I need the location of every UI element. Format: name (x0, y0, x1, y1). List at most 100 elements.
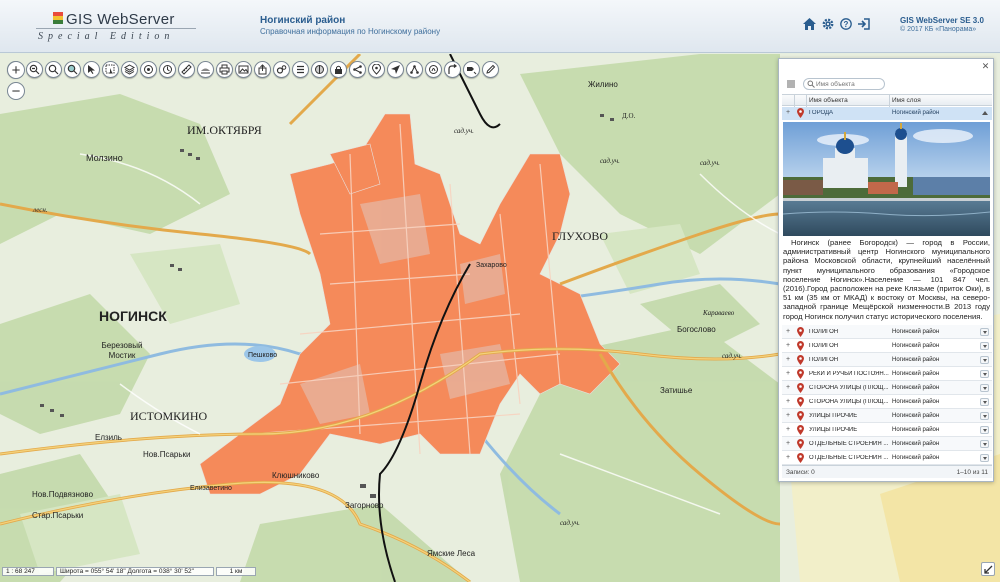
row-layer-name: Ногинский район (892, 399, 940, 405)
zoom-area-icon[interactable] (64, 61, 81, 78)
chevron-up-icon[interactable] (981, 109, 989, 117)
list-view-icon[interactable] (787, 80, 795, 88)
table-row[interactable]: + УЛИЦЫ ПРОЧИЕ Ногинский район (782, 423, 992, 437)
list-icon[interactable] (292, 61, 309, 78)
settings-icon[interactable] (821, 17, 834, 30)
object-info-panel: ✕ Имя объекта Имя слоя + ГОРОДА Ногински… (778, 58, 994, 482)
table-row[interactable]: + ОТДЕЛЬНЫЕ СТРОЕНИЯ ... Ногинский район (782, 451, 992, 465)
help-icon[interactable]: ? (839, 17, 852, 30)
fill-icon[interactable] (197, 61, 214, 78)
row-object-name: ПОЛИГОН (809, 343, 839, 349)
chevron-down-icon[interactable] (980, 328, 989, 336)
table-row[interactable]: + РЕКИ И РУЧЬИ ПОСТОЯН... Ногинский район (782, 367, 992, 381)
row-object-name: СТОРОНА УЛИЦЫ (ПЛОЩ... (809, 385, 889, 391)
column-header-layer[interactable]: Имя слоя (892, 97, 921, 104)
expand-icon[interactable]: + (786, 426, 790, 433)
route-icon[interactable] (159, 61, 176, 78)
table-row[interactable]: + ПОЛИГОН Ногинский район (782, 353, 992, 367)
map-pin-icon[interactable] (797, 108, 804, 118)
expand-icon[interactable]: + (786, 370, 790, 377)
print-icon[interactable] (216, 61, 233, 78)
zoom-plus-button[interactable]: + (7, 61, 25, 79)
graph-icon[interactable] (349, 61, 366, 78)
expand-icon[interactable]: + (786, 109, 790, 116)
map-pin-icon[interactable] (797, 369, 804, 379)
expand-panel-icon[interactable] (981, 562, 995, 576)
map-pin-icon[interactable] (797, 411, 804, 421)
row-layer-name: Ногинский район (892, 441, 940, 447)
logout-icon[interactable] (857, 17, 870, 30)
route-turn-icon[interactable] (444, 61, 461, 78)
expand-icon[interactable]: + (786, 412, 790, 419)
map-label: Елзиль (95, 433, 122, 442)
map-label: Д.О. (622, 112, 636, 120)
map-pin-icon[interactable] (797, 341, 804, 351)
image-icon[interactable] (235, 61, 252, 78)
expand-icon[interactable]: + (786, 398, 790, 405)
row-layer-name: Ногинский район (892, 371, 940, 377)
map-label: Богослово (677, 325, 716, 334)
chevron-down-icon[interactable] (980, 356, 989, 364)
chevron-down-icon[interactable] (980, 384, 989, 392)
map-pin-icon[interactable] (797, 355, 804, 365)
select-icon[interactable] (83, 61, 100, 78)
export-icon[interactable] (254, 61, 271, 78)
table-row[interactable]: + УЛИЦЫ ПРОЧИЕ Ногинский район (782, 409, 992, 423)
expand-icon[interactable]: + (786, 440, 790, 447)
table-row[interactable]: + СТОРОНА УЛИЦЫ (ПЛОЩ... Ногинский район (782, 395, 992, 409)
cursor-coordinates: Широта = 055° 54' 18" Долгота = 038° 30'… (56, 567, 214, 576)
search-input[interactable] (803, 78, 885, 90)
map-pin-icon[interactable] (797, 383, 804, 393)
map-pin-icon[interactable] (797, 397, 804, 407)
map-label: сад.уч. (454, 127, 474, 135)
table-row[interactable]: + ПОЛИГОН Ногинский район (782, 339, 992, 353)
logo-divider (36, 28, 196, 29)
product-copyright: © 2017 КБ «Панорама» (900, 26, 977, 33)
map-label: Жилино (588, 80, 618, 89)
chevron-down-icon[interactable] (980, 370, 989, 378)
bookmark-icon[interactable] (463, 61, 480, 78)
map-pin-icon[interactable] (797, 453, 804, 463)
select-area-icon[interactable] (102, 61, 119, 78)
chevron-down-icon[interactable] (980, 342, 989, 350)
navigate-icon[interactable] (387, 61, 404, 78)
column-header-name[interactable]: Имя объекта (809, 97, 848, 104)
expand-icon[interactable]: + (786, 328, 790, 335)
map-pin-icon[interactable] (797, 327, 804, 337)
map-pin-icon[interactable] (797, 425, 804, 435)
chevron-down-icon[interactable] (980, 440, 989, 448)
map-label: сад.уч. (722, 352, 742, 360)
expand-icon[interactable]: + (786, 454, 790, 461)
map-pin-icon[interactable] (797, 439, 804, 449)
header-subtitle: Справочная информация по Ногинскому райо… (260, 27, 441, 36)
table-row[interactable]: + ПОЛИГОН Ногинский район (782, 325, 992, 339)
zoom-minus-button[interactable]: − (7, 82, 25, 100)
chevron-down-icon[interactable] (980, 412, 989, 420)
map-settings-icon[interactable] (311, 61, 328, 78)
expand-icon[interactable]: + (786, 384, 790, 391)
city-photo (783, 122, 990, 236)
layers-icon[interactable] (121, 61, 138, 78)
settings-gear-icon[interactable] (273, 61, 290, 78)
table-row[interactable]: + ОТДЕЛЬНЫЕ СТРОЕНИЯ ... Ногинский район (782, 437, 992, 451)
share-icon[interactable] (406, 61, 423, 78)
table-row[interactable]: + СТОРОНА УЛИЦЫ (ПЛОЩ... Ногинский район (782, 381, 992, 395)
row-layer-name: Ногинский район (892, 385, 940, 391)
legend-icon[interactable] (140, 61, 157, 78)
expand-icon[interactable]: + (786, 342, 790, 349)
chevron-down-icon[interactable] (980, 426, 989, 434)
zoom-extent-icon[interactable] (45, 61, 62, 78)
location-icon[interactable] (368, 61, 385, 78)
edit-icon[interactable] (482, 61, 499, 78)
expand-icon[interactable]: + (786, 356, 790, 363)
home-icon[interactable] (803, 17, 816, 30)
measure-icon[interactable] (178, 61, 195, 78)
info-icon[interactable] (425, 61, 442, 78)
chevron-down-icon[interactable] (980, 454, 989, 462)
zoom-out-icon[interactable] (26, 61, 43, 78)
lock-icon[interactable] (330, 61, 347, 78)
row-object-name: ПОЛИГОН (809, 329, 839, 335)
table-row-selected[interactable]: + ГОРОДА Ногинский район (782, 107, 992, 120)
close-icon[interactable]: ✕ (981, 62, 990, 71)
chevron-down-icon[interactable] (980, 398, 989, 406)
